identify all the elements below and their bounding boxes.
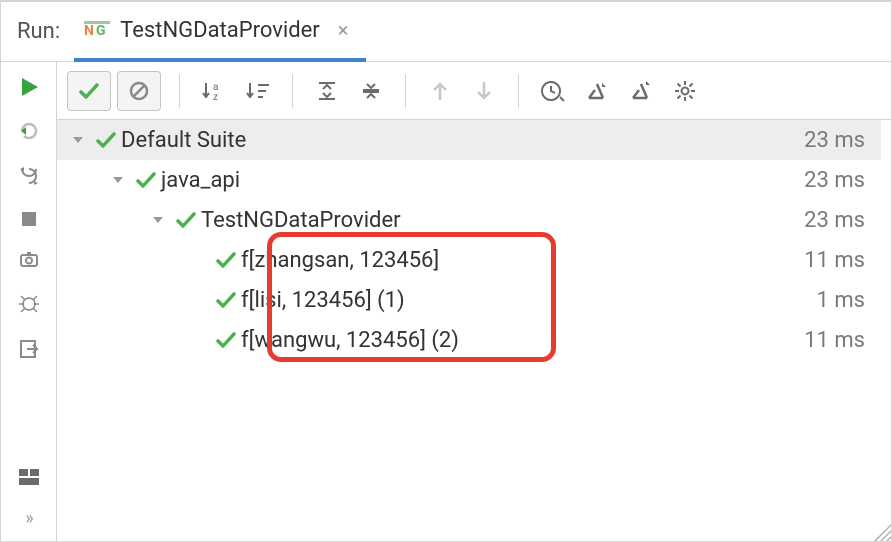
tree-label: Default Suite xyxy=(121,128,246,153)
testng-icon: N G xyxy=(84,21,110,39)
tree-time: 1 ms xyxy=(817,288,865,313)
separator xyxy=(405,74,406,108)
run-label: Run: xyxy=(1,2,74,61)
pass-check-icon xyxy=(211,329,241,351)
settings-icon[interactable] xyxy=(663,71,707,111)
tree-label: f[zhangsan, 123456] xyxy=(241,248,439,273)
next-failed-icon[interactable] xyxy=(462,71,506,111)
layout-icon[interactable] xyxy=(18,468,40,486)
expand-arrow-icon[interactable] xyxy=(145,213,171,227)
pass-check-icon xyxy=(211,249,241,271)
tree-label: f[wangwu, 123456] (2) xyxy=(241,328,459,353)
tree-time: 23 ms xyxy=(804,128,865,153)
show-ignored-button[interactable] xyxy=(117,71,161,111)
main-area: a z xyxy=(57,62,891,541)
tree-time: 23 ms xyxy=(804,208,865,233)
tree-row[interactable]: java_api 23 ms xyxy=(57,160,881,200)
toggle-auto-test-icon[interactable] xyxy=(17,164,41,188)
tree-time: 11 ms xyxy=(804,248,865,273)
test-toolbar: a z xyxy=(57,62,891,120)
tree-label: java_api xyxy=(161,168,240,193)
tree-row[interactable]: f[zhangsan, 123456] 11 ms xyxy=(57,240,881,280)
debug-icon[interactable] xyxy=(17,292,41,316)
header-row: Run: N G TestNGDataProvider × xyxy=(1,2,891,62)
left-gutter: » xyxy=(1,62,57,541)
sort-alpha-icon[interactable]: a z xyxy=(192,71,236,111)
exit-icon[interactable] xyxy=(18,338,40,360)
svg-text:z: z xyxy=(213,92,218,103)
tree-label: f[lisi, 123456] (1) xyxy=(241,288,405,313)
pass-check-icon xyxy=(91,129,121,151)
tree-row[interactable]: f[lisi, 123456] (1) 1 ms xyxy=(57,280,881,320)
resize-grip-icon[interactable] xyxy=(871,521,891,541)
tree-time: 23 ms xyxy=(804,168,865,193)
dump-threads-icon[interactable] xyxy=(17,250,41,270)
svg-text:G: G xyxy=(96,23,106,39)
sort-duration-icon[interactable] xyxy=(236,71,280,111)
svg-text:N: N xyxy=(84,23,94,39)
history-icon[interactable] xyxy=(531,71,575,111)
separator xyxy=(292,74,293,108)
prev-failed-icon[interactable] xyxy=(418,71,462,111)
tree-row[interactable]: f[wangwu, 123456] (2) 11 ms xyxy=(57,320,881,360)
tree-label: TestNGDataProvider xyxy=(201,208,401,233)
tree-time: 11 ms xyxy=(804,328,865,353)
run-icon[interactable] xyxy=(18,76,40,98)
tree-row[interactable]: Default Suite 23 ms xyxy=(57,120,881,160)
pass-check-icon xyxy=(211,289,241,311)
tree-row[interactable]: TestNGDataProvider 23 ms xyxy=(57,200,881,240)
separator xyxy=(518,74,519,108)
collapse-all-icon[interactable] xyxy=(349,71,393,111)
stop-icon[interactable] xyxy=(20,210,38,228)
export-results-icon[interactable] xyxy=(619,71,663,111)
show-passed-button[interactable] xyxy=(67,71,111,111)
collapse-icon[interactable]: » xyxy=(25,508,31,529)
import-results-icon[interactable] xyxy=(575,71,619,111)
separator xyxy=(179,74,180,108)
expand-arrow-icon[interactable] xyxy=(65,133,91,147)
tab-title: TestNGDataProvider xyxy=(120,18,320,43)
pass-check-icon xyxy=(171,209,201,231)
pass-check-icon xyxy=(131,169,161,191)
test-tree[interactable]: Default Suite23 msjava_api23 msTestNGDat… xyxy=(57,120,891,541)
close-tab-icon[interactable]: × xyxy=(338,18,349,42)
rerun-icon[interactable] xyxy=(16,120,42,142)
expand-arrow-icon[interactable] xyxy=(105,173,131,187)
run-tab[interactable]: N G TestNGDataProvider × xyxy=(74,2,366,62)
run-panel: Run: N G TestNGDataProvider × xyxy=(0,0,892,542)
expand-all-icon[interactable] xyxy=(305,71,349,111)
